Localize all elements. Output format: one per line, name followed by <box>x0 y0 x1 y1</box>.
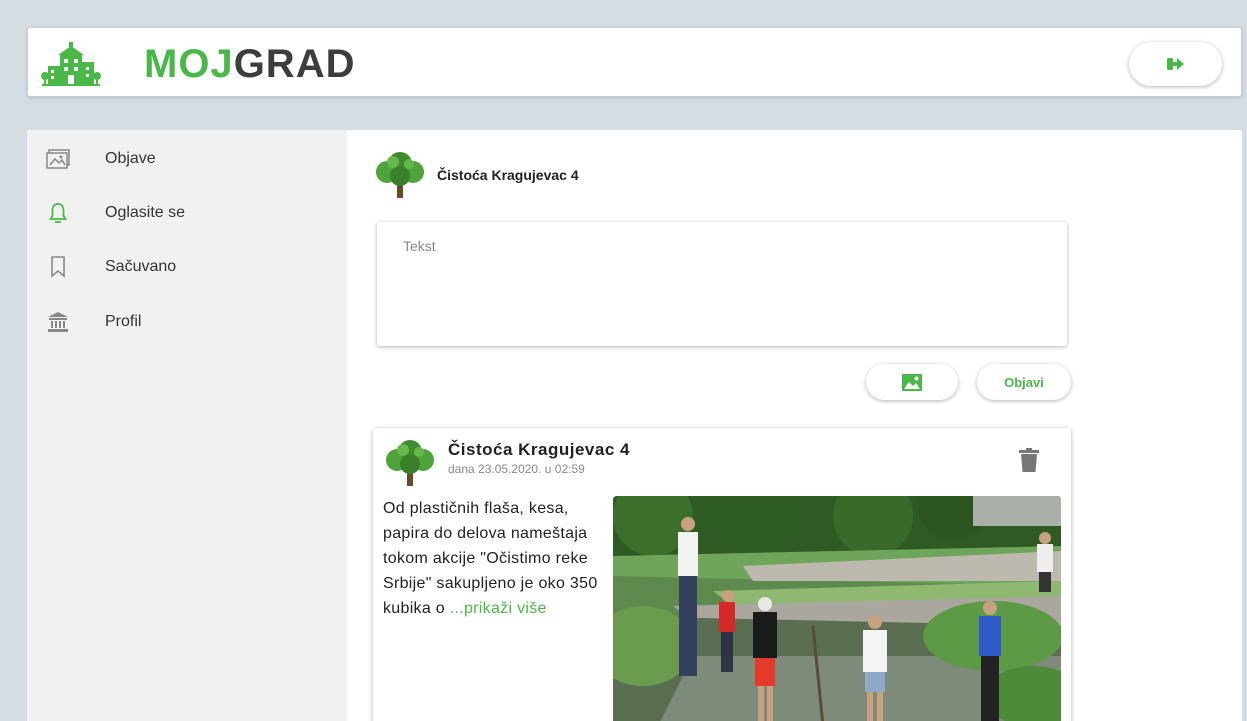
posts-icon <box>43 147 73 171</box>
city-logo-icon <box>41 42 101 86</box>
sidebar-item-label: Sačuvano <box>105 258 177 275</box>
sign-out-icon <box>1166 58 1184 70</box>
institution-icon <box>43 310 73 334</box>
post-card: Čistoća Kragujevac 4 dana 23.05.2020. u … <box>373 428 1071 721</box>
composer-user-name: Čistoća Kragujevac 4 <box>437 167 579 183</box>
delete-post-button[interactable] <box>1019 448 1039 477</box>
sidebar-item-label: Profil <box>105 313 142 330</box>
publish-post-button[interactable]: Objavi <box>977 364 1071 400</box>
tree-avatar-icon <box>376 152 424 198</box>
feed-content: Čistoća Kragujevac 4 Objavi Čistoća Kra <box>347 130 1242 721</box>
post-body: Od plastičnih flaša, kesa, papira do del… <box>383 496 601 621</box>
image-icon <box>902 373 922 391</box>
post-date: dana 23.05.2020. u 02:59 <box>448 462 585 476</box>
trash-icon <box>1019 448 1039 472</box>
tree-avatar-icon <box>386 440 434 486</box>
sidebar-item-oglasite-se[interactable]: Oglasite se <box>43 198 185 228</box>
post-author: Čistoća Kragujevac 4 <box>448 440 630 459</box>
show-more-link[interactable]: ...prikaži više <box>450 600 547 617</box>
sidebar-item-label: Oglasite se <box>105 204 186 221</box>
main-panel: Objave Oglasite se Sačuvano Profil Čisto… <box>27 130 1242 721</box>
logout-button[interactable] <box>1129 42 1222 86</box>
composer-user: Čistoća Kragujevac 4 <box>373 150 579 200</box>
sidebar-item-objave[interactable]: Objave <box>43 144 156 174</box>
post-text-input[interactable] <box>377 222 1067 346</box>
logo-part-moj: MOJ <box>144 42 234 86</box>
bookmark-icon <box>43 255 73 279</box>
sidebar-item-sacuvano[interactable]: Sačuvano <box>43 252 176 282</box>
post-photo[interactable] <box>613 496 1061 721</box>
sidebar-item-label: Objave <box>105 150 156 167</box>
app-logo-text: MOJGRAD <box>144 42 355 87</box>
river-cleanup-photo <box>613 496 1061 721</box>
sidebar: Objave Oglasite se Sačuvano Profil <box>27 130 347 721</box>
add-image-button[interactable] <box>866 364 958 400</box>
logo-part-grad: GRAD <box>233 42 356 86</box>
app-header: MOJGRAD <box>27 27 1242 97</box>
sidebar-item-profil[interactable]: Profil <box>43 307 141 337</box>
bell-icon <box>43 201 73 225</box>
